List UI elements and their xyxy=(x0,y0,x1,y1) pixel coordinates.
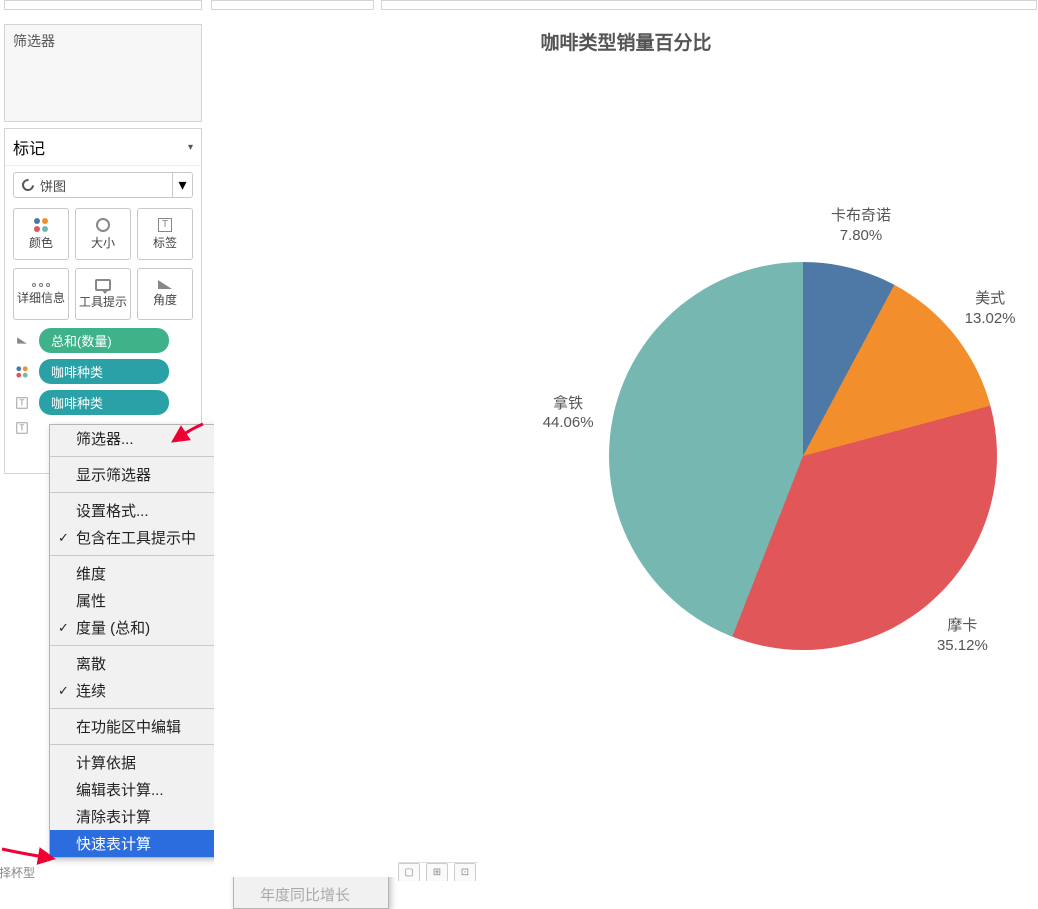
pie-chart xyxy=(609,262,997,650)
pie-icon xyxy=(20,177,37,194)
label-icon: T xyxy=(16,422,27,433)
context-menu: 筛选器...显示筛选器设置格式...包含在工具提示中维度属性度量 (总和)离散连… xyxy=(49,424,233,858)
tooltip-icon xyxy=(95,279,111,291)
mark-tooltip-button[interactable]: 工具提示 xyxy=(75,268,131,320)
color-dots-icon xyxy=(16,366,27,377)
menu-item[interactable]: 连续 xyxy=(50,677,232,704)
pill-row[interactable]: 总和(数量) xyxy=(13,328,193,353)
shelf-placeholder-mid[interactable] xyxy=(211,0,374,10)
mark-color-label: 颜色 xyxy=(29,234,53,251)
new-story-icon[interactable]: ⊡ xyxy=(454,863,476,881)
menu-item[interactable]: 编辑表计算... xyxy=(50,776,232,803)
field-pill[interactable]: 咖啡种类 xyxy=(39,390,169,415)
annotation-arrow-1 xyxy=(175,422,205,447)
menu-item[interactable]: 显示筛选器 xyxy=(50,461,232,488)
menu-item[interactable]: 度量 (总和) xyxy=(50,614,232,641)
field-pill[interactable]: 咖啡种类 xyxy=(39,359,169,384)
mark-type-label: 饼图 xyxy=(40,176,66,195)
marks-collapse-caret[interactable]: ▾ xyxy=(188,142,193,153)
filters-label: 筛选器 xyxy=(5,25,201,57)
menu-item[interactable]: 离散 xyxy=(50,650,232,677)
marks-label: 标记 xyxy=(13,135,45,159)
label-icon: T xyxy=(16,397,27,408)
mark-label-label: 标签 xyxy=(153,234,177,251)
shelf-placeholder-left[interactable] xyxy=(4,0,202,10)
slice-label: 摩卡35.12% xyxy=(922,616,1002,655)
new-sheet-icon[interactable]: ▢ xyxy=(398,863,420,881)
mark-label-button[interactable]: T 标签 xyxy=(137,208,193,260)
pie-slices xyxy=(609,262,997,650)
menu-item[interactable]: 设置格式... xyxy=(50,497,232,524)
chevron-down-icon[interactable]: ▾ xyxy=(172,173,192,197)
color-dots-icon xyxy=(34,218,48,232)
menu-item[interactable]: 计算依据 xyxy=(50,749,232,776)
menu-item[interactable]: 包含在工具提示中 xyxy=(50,524,232,551)
pill-row[interactable]: T 咖啡种类 xyxy=(13,390,193,415)
mark-size-label: 大小 xyxy=(91,234,115,251)
mark-detail-label: 详细信息 xyxy=(17,289,65,306)
angle-icon xyxy=(17,337,27,343)
new-dash-icon[interactable]: ⊞ xyxy=(426,863,448,881)
menu-item[interactable]: 维度 xyxy=(50,560,232,587)
pill-area: 总和(数量) 咖啡种类 T 咖啡种类 T xyxy=(5,324,201,439)
label-icon: T xyxy=(158,218,172,232)
slice-label: 美式13.02% xyxy=(950,289,1030,328)
chart-title: 咖啡类型销量百分比 xyxy=(214,28,1038,55)
chart-area: 咖啡类型销量百分比 卡布奇诺7.80% 美式13.02% 摩卡35.12% 拿铁44.… xyxy=(214,14,1038,877)
mark-color-button[interactable]: 颜色 xyxy=(13,208,69,260)
mark-size-button[interactable]: 大小 xyxy=(75,208,131,260)
slice-label: 拿铁44.06% xyxy=(528,394,608,433)
angle-icon xyxy=(158,280,172,289)
mark-detail-button[interactable]: 详细信息 xyxy=(13,268,69,320)
field-pill[interactable]: 总和(数量) xyxy=(39,328,169,353)
menu-item[interactable]: 清除表计算 xyxy=(50,803,232,830)
mark-tooltip-label: 工具提示 xyxy=(79,293,127,310)
slice-label: 卡布奇诺7.80% xyxy=(821,206,901,245)
detail-icon xyxy=(32,283,50,287)
menu-item[interactable]: 在功能区中编辑 xyxy=(50,713,232,740)
mark-angle-label: 角度 xyxy=(153,291,177,308)
filters-panel[interactable]: 筛选器 xyxy=(4,24,202,122)
menu-item: 年度同比增长 xyxy=(234,881,388,908)
size-icon xyxy=(96,218,110,232)
shelf-placeholder-right[interactable] xyxy=(381,0,1037,10)
menu-item[interactable]: 快速表计算 xyxy=(50,830,232,857)
menu-item[interactable]: 属性 xyxy=(50,587,232,614)
marks-panel: 标记 ▾ 饼图 ▾ 颜色 大小 T 标签 详细信息 xyxy=(4,128,202,474)
pill-row[interactable]: 咖啡种类 xyxy=(13,359,193,384)
cut-sheet-label: 择杯型 xyxy=(0,864,35,881)
mark-angle-button[interactable]: 角度 xyxy=(137,268,193,320)
sheet-tab-icons[interactable]: ▢ ⊞ ⊡ xyxy=(398,862,478,877)
mark-type-dropdown[interactable]: 饼图 ▾ xyxy=(13,172,193,198)
